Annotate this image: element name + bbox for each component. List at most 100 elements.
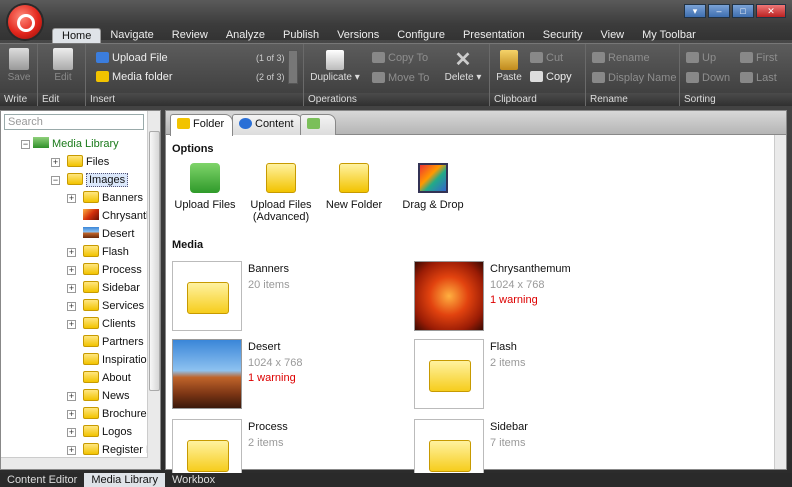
cut-button[interactable]: Cut [530,52,563,64]
expand-toggle[interactable]: + [67,266,76,275]
tab-media-library[interactable]: Media Library [84,473,165,487]
drag-drop-option[interactable]: Drag & Drop [398,163,468,211]
media-folder-button[interactable]: Media folder [96,71,173,83]
folder-icon [83,263,99,275]
delete-button[interactable]: ✕ Delete ▾ [440,50,486,83]
tree-item[interactable]: Inspiration [1,351,153,369]
window-controls: ▾ – □ ✕ [684,4,786,18]
tree-item[interactable]: + Process [1,261,148,279]
copy-to-button[interactable]: Copy To [372,52,428,64]
expand-toggle[interactable]: + [67,284,76,293]
sort-down-button[interactable]: Down [686,72,730,84]
app-menu-orb-icon[interactable] [8,5,42,39]
collapse-toggle[interactable]: − [21,140,30,149]
sort-first-button[interactable]: First [740,52,777,64]
tab-navigate[interactable]: Navigate [101,28,162,43]
tab-analyze[interactable]: Analyze [217,28,274,43]
tab-my-toolbar[interactable]: My Toolbar [633,28,705,43]
tree-label: Media Library [52,138,119,150]
new-folder-option[interactable]: New Folder [324,163,384,211]
upload-files-advanced-label: Upload Files (Advanced) [250,199,312,223]
close-icon[interactable]: ✕ [756,4,786,18]
tab-view[interactable]: View [591,28,633,43]
expand-toggle[interactable]: + [67,392,76,401]
tree-root-media-library[interactable]: − Media Library [1,135,148,153]
app-window: Home Navigate Review Analyze Publish Ver… [0,0,792,487]
tab-content[interactable]: Content [232,114,303,135]
tab-configure[interactable]: Configure [388,28,454,43]
tree-item[interactable]: + Files [1,153,148,171]
expand-toggle[interactable]: + [67,428,76,437]
rename-button[interactable]: Rename [592,52,650,64]
duplicate-button[interactable]: Duplicate ▾ [310,50,360,83]
dropdown-arrow-icon[interactable]: ▾ [684,4,706,18]
sort-last-button[interactable]: Last [740,72,777,84]
folder-upload-icon [266,163,296,193]
tab-presentation[interactable]: Presentation [454,28,534,43]
tree-item[interactable]: + Brochures [1,405,152,423]
paste-button[interactable]: Paste [494,50,524,83]
tab-workbox[interactable]: Workbox [165,473,222,487]
minimize-icon[interactable]: – [708,4,730,18]
group-rename: Rename Display Name Rename [586,44,680,106]
delete-x-icon: ✕ [454,49,472,71]
copy-button[interactable]: Copy [530,71,572,83]
tree-horizontal-scrollbar[interactable] [1,457,148,469]
tree-item[interactable]: Desert [1,225,148,243]
tab-publish[interactable]: Publish [274,28,328,43]
sort-last-label: Last [756,72,777,84]
move-to-button[interactable]: Move To [372,72,429,84]
expand-toggle[interactable]: + [67,194,76,203]
media-item-chrysanthemum[interactable]: Chrysanthemum 1024 x 768 1 warning [414,261,644,335]
scroll-thumb[interactable] [149,131,160,391]
tab-home[interactable]: Home [52,28,102,44]
tree-item[interactable]: + Clients [1,315,148,333]
folder-icon [83,407,99,419]
tab-review[interactable]: Review [163,28,217,43]
expand-toggle[interactable]: + [67,446,76,455]
tree-item[interactable]: + Sidebar [1,279,148,297]
upload-files-advanced-option[interactable]: Upload Files (Advanced) [246,163,316,223]
rename-icon [592,52,605,63]
edit-button[interactable]: Edit [48,48,78,83]
media-item-desert[interactable]: Desert 1024 x 768 1 warning [172,339,402,413]
tree-item[interactable]: Chrysanth [1,207,152,225]
tree-label: Banners [102,192,143,204]
tab-content-editor[interactable]: Content Editor [0,473,84,487]
insert-scroll[interactable] [288,50,298,84]
media-item-banners[interactable]: Banners 20 items [172,261,402,335]
sort-up-button[interactable]: Up [686,52,716,64]
maximize-icon[interactable]: □ [732,4,754,18]
group-sorting-label: Sorting [680,93,792,106]
tree-vertical-scrollbar[interactable] [147,111,160,469]
content-vertical-scrollbar[interactable] [774,135,786,469]
tree-item[interactable]: + Banners [1,189,148,207]
tree-item[interactable]: + Logos [1,423,148,441]
tab-search[interactable] [300,114,336,135]
media-name: Chrysanthemum [490,263,571,275]
save-button[interactable]: Save [4,48,34,83]
folder-icon [83,191,99,203]
upload-file-button[interactable]: Upload File [96,52,168,64]
tree-item[interactable]: − Images [1,171,148,189]
expand-toggle[interactable]: + [51,158,60,167]
expand-toggle[interactable]: + [67,320,76,329]
collapse-toggle[interactable]: − [51,176,60,185]
media-item-flash[interactable]: Flash 2 items [414,339,644,413]
expand-toggle[interactable]: + [67,248,76,257]
expand-toggle[interactable]: + [67,302,76,311]
tree-item[interactable]: About [1,369,148,387]
display-name-button[interactable]: Display Name [592,72,676,84]
tab-versions[interactable]: Versions [328,28,388,43]
tab-folder[interactable]: Folder [170,114,234,136]
tree-item[interactable]: + News [1,387,148,405]
tree-label: Logos [102,426,132,438]
expand-toggle[interactable]: + [67,410,76,419]
search-input[interactable]: Search [4,114,144,130]
tree-item[interactable]: Partners [1,333,148,351]
tab-security[interactable]: Security [534,28,592,43]
tree-item[interactable]: + Flash [1,243,148,261]
panel-tabs: Folder Content [166,111,786,136]
upload-files-option[interactable]: Upload Files [174,163,236,211]
tree-item[interactable]: + Services [1,297,148,315]
